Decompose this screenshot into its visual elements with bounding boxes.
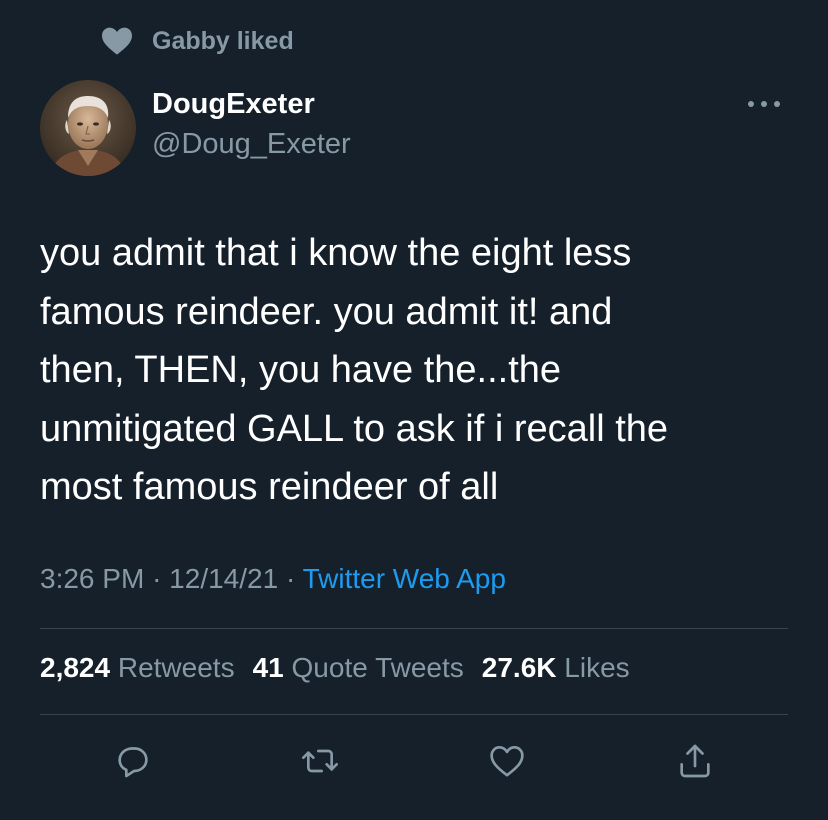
quotes-count: 41 [252,652,284,683]
likes-label: Likes [564,652,630,683]
reply-button[interactable] [108,736,158,786]
likes-stat[interactable]: 27.6K Likes [482,652,630,684]
like-icon [490,746,524,777]
retweets-count: 2,824 [40,652,111,683]
engagement-stats: 2,824 Retweets 41 Quote Tweets 27.6K Lik… [40,652,648,684]
share-button[interactable] [670,736,720,786]
more-dot [761,101,767,107]
action-bar [100,736,728,786]
like-button[interactable] [482,736,532,786]
avatar[interactable] [40,80,136,176]
divider [40,714,788,715]
tweet-time[interactable]: 3:26 PM [40,563,144,594]
tweet-date[interactable]: 12/14/21 [169,563,278,594]
tweet-metadata: 3:26 PM · 12/14/21 · Twitter Web App [40,563,506,595]
meta-separator: · [285,563,296,594]
likes-count: 27.6K [481,652,557,683]
tweet-text: you admit that i know the eight less fam… [40,232,669,508]
meta-separator: · [152,563,162,594]
retweets-stat[interactable]: 2,824 Retweets [40,652,235,684]
retweets-label: Retweets [117,652,235,683]
avatar-portrait [40,80,136,176]
social-context-text[interactable]: Gabby liked [152,27,294,56]
quotes-label: Quote Tweets [291,652,464,683]
heart-icon [102,27,132,55]
retweet-icon [302,749,338,773]
author-handle[interactable]: @Doug_Exeter [152,126,351,162]
retweet-button[interactable] [295,736,345,786]
tweet-source[interactable]: Twitter Web App [303,563,506,594]
author-info[interactable]: DougExeter @Doug_Exeter [152,86,351,162]
quotes-stat[interactable]: 41 Quote Tweets [253,652,464,684]
author-name[interactable]: DougExeter [152,86,351,122]
reply-icon [118,747,148,778]
more-dot [774,101,780,107]
more-dot [748,101,754,107]
divider [40,628,788,629]
tweet-detail: Gabby liked DougExeter @Doug_Exeter you … [0,0,828,820]
more-options-icon[interactable] [744,90,784,118]
social-context: Gabby liked [100,24,294,58]
share-icon [680,744,710,778]
